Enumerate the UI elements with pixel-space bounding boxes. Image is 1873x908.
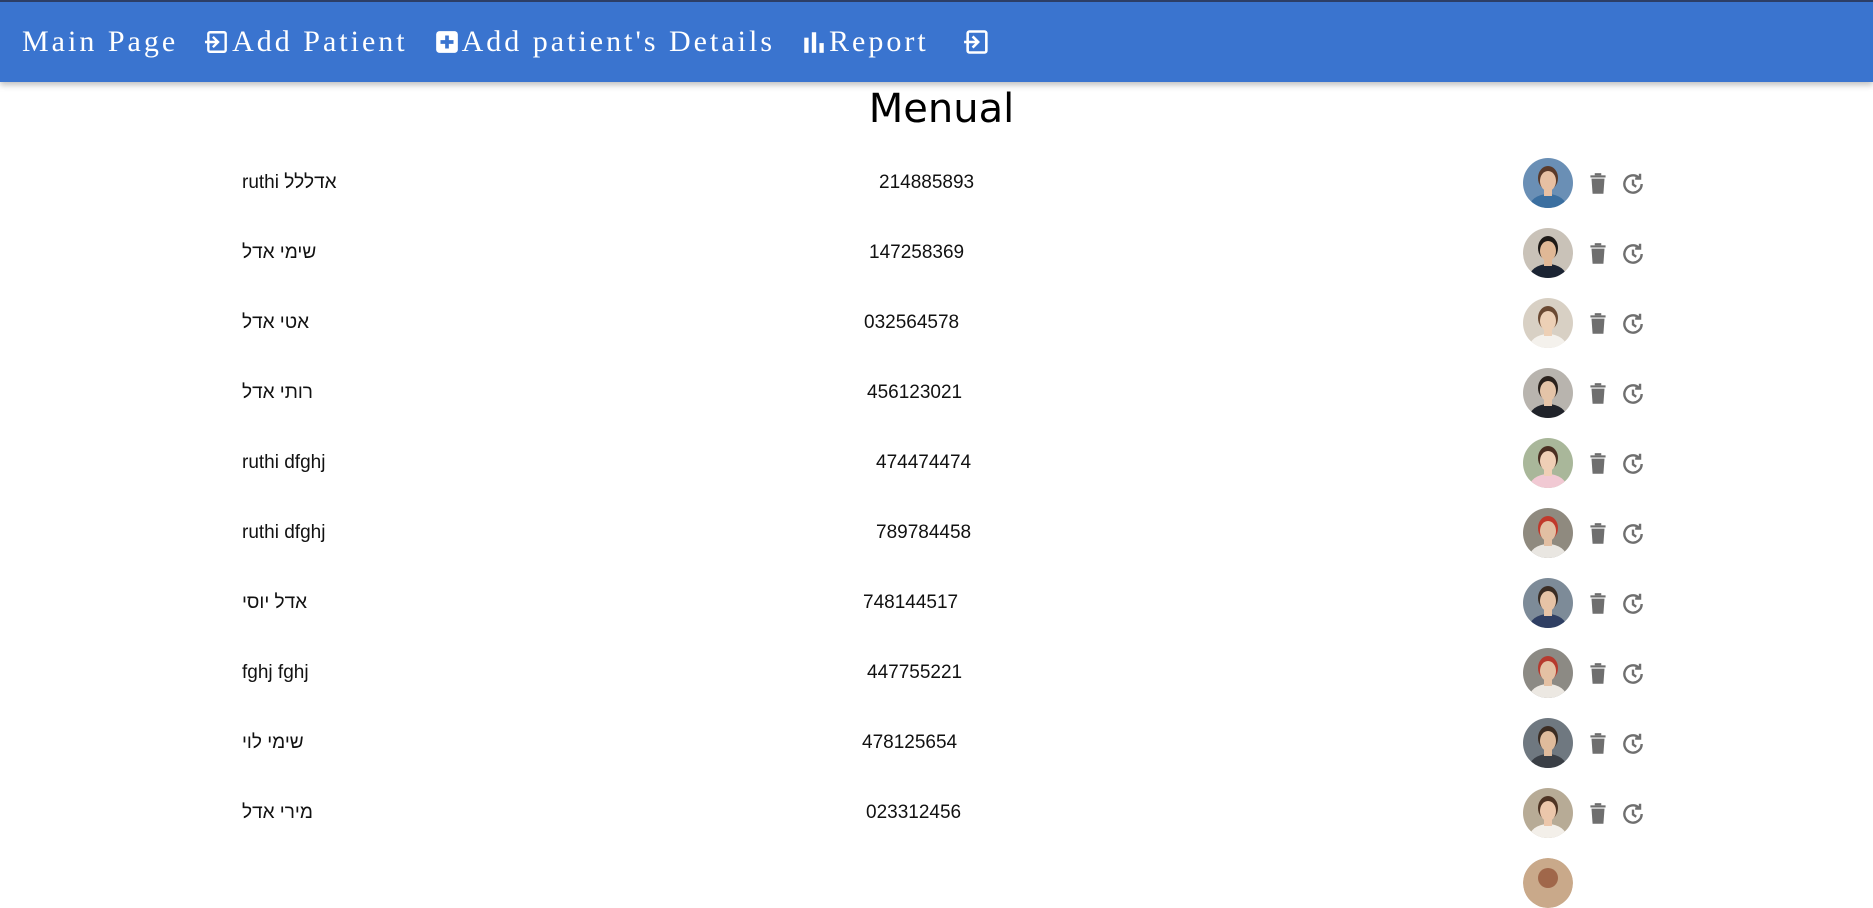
avatar — [1523, 228, 1573, 278]
patient-name: רותי אדל — [242, 382, 313, 403]
patient-id: 789784458 — [876, 522, 972, 543]
patient-name: ruthi אדללל — [242, 172, 337, 193]
nav-report[interactable]: Report — [801, 25, 929, 59]
patient-row: רותי אדל 456123021 — [0, 358, 1873, 428]
history-icon — [1623, 173, 1643, 194]
delete-button[interactable] — [1585, 801, 1611, 827]
avatar — [1523, 578, 1573, 628]
patient-row: ruthi dfghj 474474474 — [0, 428, 1873, 498]
patient-name: שימי אדל — [242, 242, 317, 263]
delete-button[interactable] — [1585, 451, 1611, 477]
history-button[interactable] — [1620, 591, 1646, 617]
avatar — [1523, 718, 1573, 768]
history-icon — [1623, 383, 1643, 404]
trash-icon — [1590, 663, 1606, 684]
avatar — [1523, 368, 1573, 418]
avatar — [1523, 788, 1573, 838]
patient-name: ruthi dfghj — [242, 522, 326, 543]
nav-add-details[interactable]: Add patient's Details — [434, 25, 775, 59]
history-button[interactable] — [1620, 521, 1646, 547]
delete-button[interactable] — [1585, 241, 1611, 267]
patient-name: אדל יוסי — [242, 592, 308, 613]
trash-icon — [1590, 733, 1606, 754]
patient-row: אדל יוסי 748144517 — [0, 568, 1873, 638]
patient-id: 447755221 — [867, 662, 963, 683]
patient-row: fghj fghj 447755221 — [0, 638, 1873, 708]
avatar — [1523, 298, 1573, 348]
history-icon — [1623, 803, 1643, 824]
trash-icon — [1590, 383, 1606, 404]
nav-add-patient-label: Add Patient — [232, 25, 408, 58]
logout-icon — [963, 30, 988, 54]
history-button[interactable] — [1620, 381, 1646, 407]
avatar — [1523, 648, 1573, 698]
history-button[interactable] — [1620, 451, 1646, 477]
trash-icon — [1590, 593, 1606, 614]
history-icon — [1623, 523, 1643, 544]
history-icon — [1623, 733, 1643, 754]
history-icon — [1623, 313, 1643, 334]
history-button[interactable] — [1620, 241, 1646, 267]
patient-name: ruthi dfghj — [242, 452, 326, 473]
patient-list: ruthi אדללל 214885893 שימי אדל 147258369 אטי… — [0, 148, 1873, 848]
trash-icon — [1590, 453, 1606, 474]
delete-button[interactable] — [1585, 661, 1611, 687]
bar-chart-icon — [804, 32, 824, 53]
history-icon — [1623, 243, 1643, 264]
delete-button[interactable] — [1585, 311, 1611, 337]
delete-button[interactable] — [1585, 731, 1611, 757]
patient-id: 456123021 — [867, 382, 963, 403]
delete-button[interactable] — [1585, 171, 1611, 197]
patient-name: שימי לוי — [242, 732, 304, 753]
top-nav-bar: Main Page Add Patient Add patient's Deta… — [0, 0, 1873, 82]
history-button[interactable] — [1620, 801, 1646, 827]
trash-icon — [1590, 803, 1606, 824]
history-icon — [1623, 593, 1643, 614]
patient-row: מירי אדל 023312456 — [0, 778, 1873, 848]
history-button[interactable] — [1620, 731, 1646, 757]
patient-id: 023312456 — [866, 802, 962, 823]
nav-logout[interactable] — [955, 28, 993, 56]
avatar — [1523, 508, 1573, 558]
patient-name: אטי אדל — [242, 312, 310, 333]
patient-name: fghj fghj — [242, 662, 309, 683]
patient-row: אטי אדל 032564578 — [0, 288, 1873, 358]
nav-main-page-label: Main Page — [22, 25, 179, 58]
patient-id: 478125654 — [862, 732, 958, 753]
patient-id: 147258369 — [869, 242, 965, 263]
history-icon — [1623, 663, 1643, 684]
trash-icon — [1590, 313, 1606, 334]
patient-row: שימי לוי 478125654 — [0, 708, 1873, 778]
nav-add-details-label: Add patient's Details — [461, 25, 775, 58]
history-icon — [1623, 453, 1643, 474]
login-icon — [205, 31, 227, 53]
patient-id: 748144517 — [863, 592, 959, 613]
history-button[interactable] — [1620, 661, 1646, 687]
plus-box-icon — [435, 31, 458, 53]
patient-name: מירי אדל — [242, 802, 313, 823]
delete-button[interactable] — [1585, 381, 1611, 407]
delete-button[interactable] — [1585, 591, 1611, 617]
avatar — [1523, 438, 1573, 488]
history-button[interactable] — [1620, 171, 1646, 197]
patient-id: 214885893 — [879, 172, 975, 193]
patient-id: 474474474 — [876, 452, 972, 473]
patient-id: 032564578 — [864, 312, 960, 333]
trash-icon — [1590, 243, 1606, 264]
nav-report-label: Report — [829, 25, 929, 58]
trash-icon — [1590, 173, 1606, 194]
nav-add-patient[interactable]: Add Patient — [204, 25, 408, 59]
nav-main-page[interactable]: Main Page — [22, 25, 178, 59]
patient-row: שימי אדל 147258369 — [0, 218, 1873, 288]
avatar — [1523, 158, 1573, 208]
patient-row: ruthi dfghj 789784458 — [0, 498, 1873, 568]
delete-button[interactable] — [1585, 521, 1611, 547]
history-button[interactable] — [1620, 311, 1646, 337]
trash-icon — [1590, 523, 1606, 544]
avatar-partial — [1523, 858, 1573, 908]
page-title: Menual — [868, 86, 1015, 132]
patient-row: ruthi אדללל 214885893 — [0, 148, 1873, 218]
